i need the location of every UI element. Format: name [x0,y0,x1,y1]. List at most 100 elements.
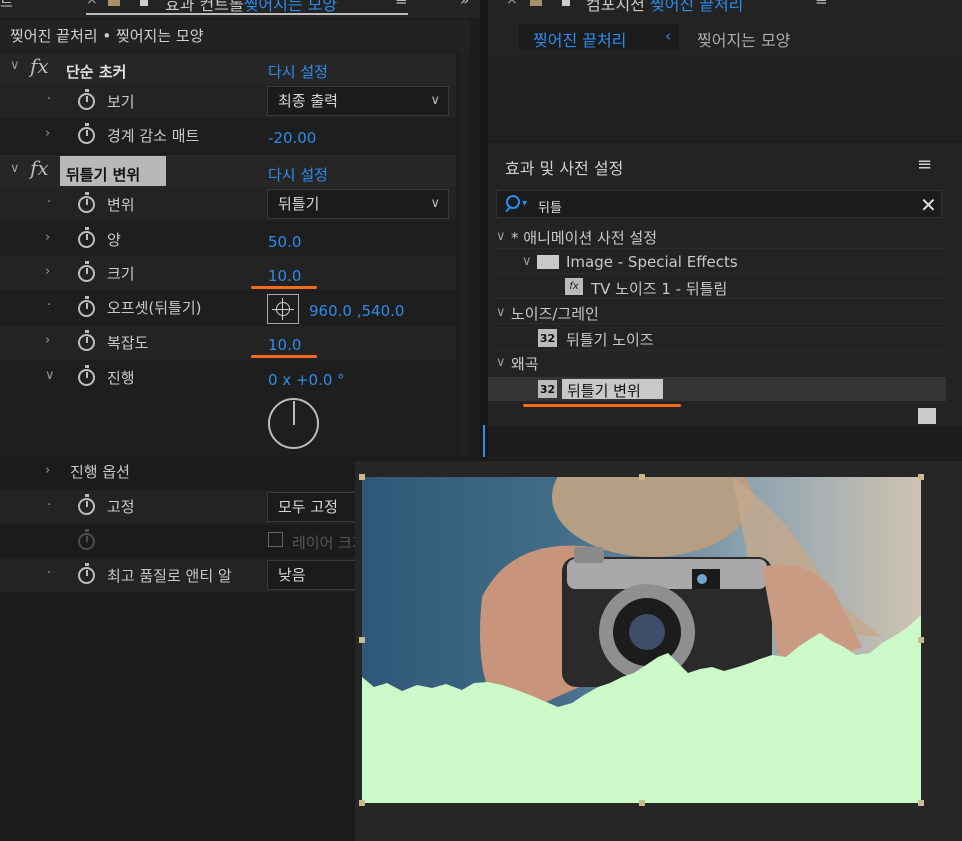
handle[interactable] [639,800,645,806]
reset-link[interactable]: 다시 설정 [268,61,328,82]
fx-icon: fx [30,54,49,78]
stopwatch-icon[interactable] [78,123,95,144]
tree-item[interactable]: 뒤틀기 변위 [567,380,641,401]
composition-view [488,58,962,140]
prop-value[interactable]: -20.00 [268,129,316,147]
stopwatch-icon [78,529,95,550]
dot-icon: · [47,92,52,107]
close-icon[interactable]: ✕ [920,193,937,217]
stopwatch-icon[interactable] [78,192,95,213]
panel-overflow-icon[interactable]: » [460,0,469,9]
prop-value[interactable]: 10.0 [268,267,301,285]
tree-item[interactable]: 뒤틀기 노이즈 [566,329,654,350]
chevron-right-icon[interactable]: › [45,333,50,348]
menu-icon[interactable]: ≡ [815,0,828,9]
chevron-down-icon[interactable]: ∨ [496,355,506,370]
lock-icon [530,0,542,6]
tab-label-a: 효과 컨트롤 [165,0,244,14]
antialias-dropdown[interactable]: 낮음 [267,560,367,590]
tree-item[interactable]: 노이즈/그레인 [511,303,599,324]
stopwatch-icon[interactable] [78,296,95,317]
menu-icon[interactable]: ≡ [917,154,932,175]
dot-icon: · [47,298,52,313]
handle[interactable] [639,474,645,480]
tab-label-b: 찢어지는 모양 [243,0,338,14]
chevron-down-icon[interactable]: ∨ [10,161,20,176]
tree-item[interactable]: TV 노이즈 1 - 뒤틀림 [591,278,727,299]
new-bin-icon[interactable] [918,408,936,424]
tree-row-divider [496,323,946,324]
dot-icon: · [47,566,52,581]
chevron-right-icon[interactable]: › [45,230,50,245]
tree-item[interactable]: * 애니메이션 사전 설정 [511,227,657,248]
handle[interactable] [918,637,924,643]
stopwatch-icon[interactable] [78,227,95,248]
handle[interactable] [359,637,365,643]
stopwatch-icon[interactable] [78,261,95,282]
tab-composition[interactable]: 컴포지션 찢어진 끝처리 [586,0,743,15]
breadcrumb-item[interactable]: 찢어진 끝처리 [533,27,626,51]
panel-title: 효과 및 사전 설정 [505,159,624,178]
chevron-down-icon[interactable]: ∨ [522,254,532,269]
chevron-down-icon[interactable]: ∨ [45,368,55,383]
stopwatch-icon[interactable] [78,89,95,110]
tab-label-a: 컴포지션 [586,0,645,14]
tree-row-divider [496,298,946,299]
handle[interactable] [918,800,924,806]
handle[interactable] [918,474,924,480]
left-tab-prefix: 트 [0,0,13,11]
stopwatch-icon[interactable] [78,365,95,386]
folder-icon [537,255,559,269]
prop-label: 경계 감소 매트 [107,127,200,145]
prop-label: 고정 [107,498,135,516]
chevron-down-icon: ∨ [430,196,440,211]
tree-item[interactable]: Image - Special Effects [566,253,738,271]
stopwatch-icon[interactable] [78,563,95,584]
tree-row-divider [496,350,946,351]
stopwatch-icon[interactable] [78,494,95,515]
displacement-dropdown[interactable]: 뒤틀기 ∨ [267,189,449,219]
angle-dial[interactable] [268,398,319,449]
prop-value[interactable]: 50.0 [268,233,301,251]
effect-32bit-icon: 32 [538,380,557,398]
dropdown-value: 모두 고정 [278,498,338,516]
tree-item[interactable]: 왜곡 [511,353,539,374]
prop-label: 크기 [107,265,135,283]
reset-link[interactable]: 다시 설정 [268,164,328,185]
chevron-down-icon: ∨ [430,93,440,108]
chevron-right-icon[interactable]: › [45,264,50,279]
search-value[interactable]: 뒤틀 [538,197,562,216]
search-input[interactable] [496,190,942,218]
stopwatch-icon[interactable] [78,330,95,351]
prop-value[interactable]: 10.0 [268,336,301,354]
prop-label: 최고 품질로 앤티 알 [107,567,232,585]
chevron-right-icon[interactable]: › [45,126,50,141]
dropdown-value: 최종 출력 [278,92,338,110]
tree-row-divider [496,248,946,249]
effect-name: 뒤틀기 변위 [66,166,141,184]
layer-size-checkbox[interactable] [268,532,283,547]
preset-icon: fx [565,278,583,295]
dot-icon: · [47,498,52,513]
view-dropdown[interactable]: 최종 출력 ∨ [267,86,449,116]
dropdown-value: 낮음 [278,566,306,584]
prop-value[interactable]: 960.0 ,540.0 [309,302,404,320]
handle[interactable] [359,474,365,480]
chevron-down-icon[interactable]: ∨ [496,229,506,244]
pinning-dropdown[interactable]: 모두 고정 [267,492,367,522]
breadcrumb-item[interactable]: 찢어지는 모양 [697,27,790,51]
menu-icon[interactable]: ≡ [395,0,408,9]
layer-path: 찢어진 끝처리 • 찢어지는 모양 [10,27,204,45]
handle[interactable] [359,800,365,806]
chevron-down-icon[interactable]: ∨ [496,305,506,320]
prop-value[interactable]: 0 x +0.0 ° [268,371,345,389]
crosshair-icon[interactable] [267,294,299,324]
annotation-underline [251,286,317,289]
prop-label: 복잡도 [107,334,149,352]
chevron-right-icon[interactable]: › [45,463,50,478]
effect-32bit-icon: 32 [538,329,557,347]
close-icon[interactable]: × [506,0,518,8]
close-icon[interactable]: × [86,0,98,8]
chevron-down-icon[interactable]: ∨ [10,58,20,73]
prop-label: 보기 [107,93,135,111]
